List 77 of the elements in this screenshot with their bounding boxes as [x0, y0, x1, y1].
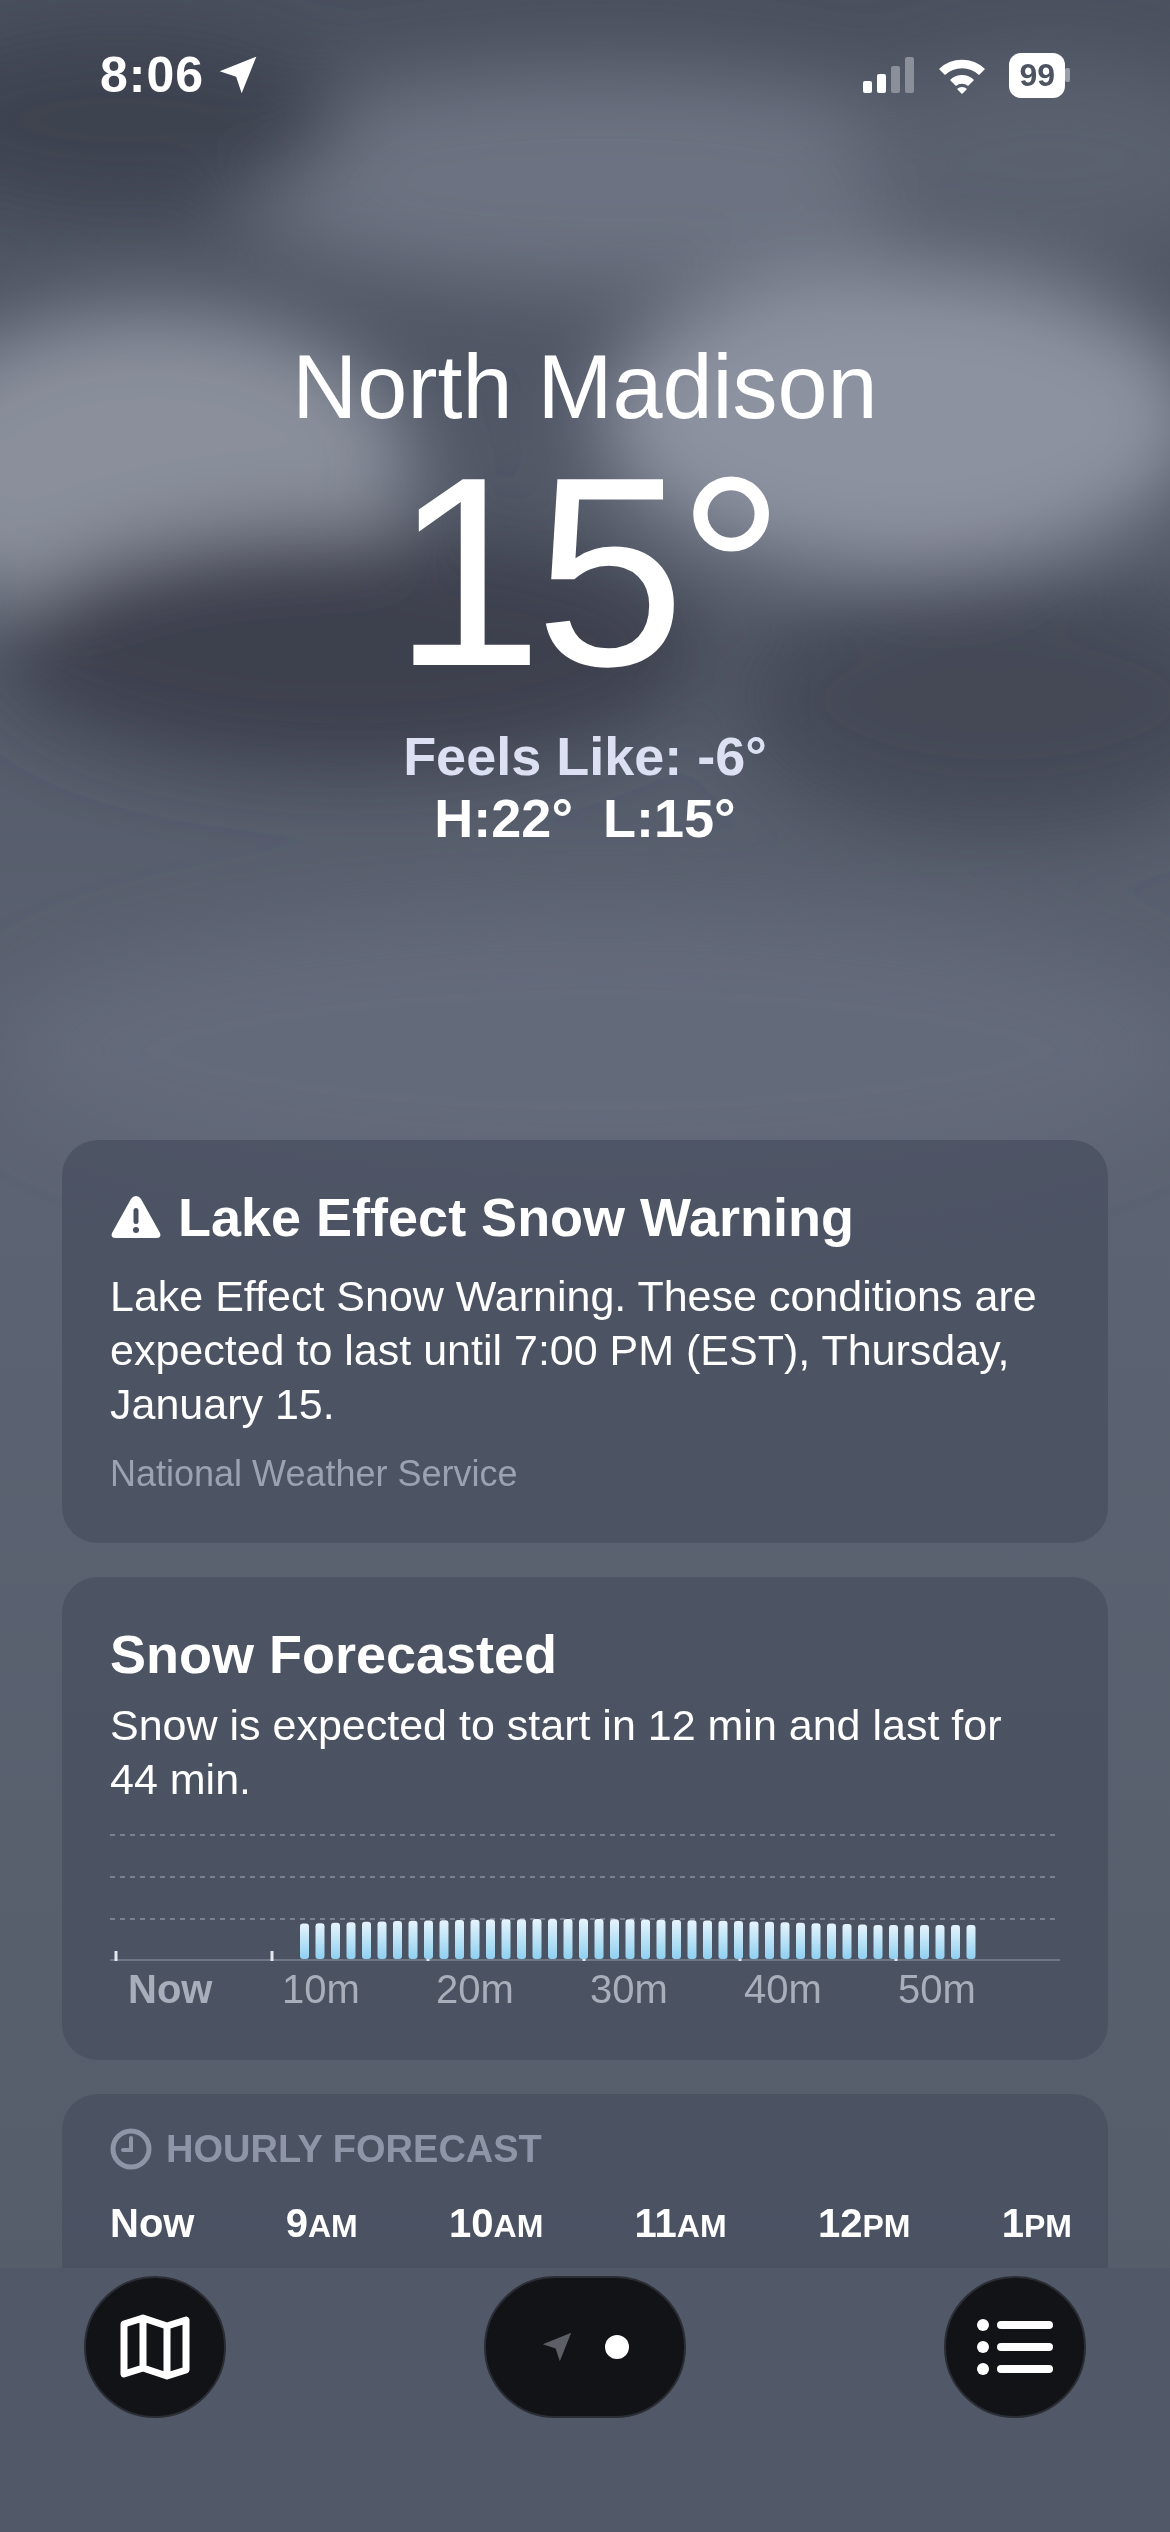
hour-label: Now — [110, 2200, 195, 2246]
low-temperature: L:15° — [603, 787, 736, 850]
time-axis-label: 30m — [590, 1966, 669, 2012]
precipitation-bar — [951, 1924, 960, 1959]
precipitation-bar — [842, 1923, 852, 1959]
precipitation-bar — [439, 1919, 449, 1959]
high-temperature: H:22° — [434, 787, 573, 850]
precipitation-bar — [687, 1919, 697, 1959]
precipitation-bar — [796, 1922, 805, 1959]
precipitation-bar — [641, 1919, 650, 1959]
precipitation-bar — [935, 1924, 945, 1959]
precipitation-bar — [594, 1918, 604, 1959]
precipitation-bar — [718, 1920, 728, 1959]
precipitation-bar — [672, 1919, 681, 1959]
alert-source: National Weather Service — [110, 1453, 519, 1496]
map-icon — [119, 2313, 191, 2380]
time-axis-label: 50m — [898, 1966, 977, 2012]
precipitation-bar — [377, 1921, 387, 1959]
battery-cap-icon — [1065, 68, 1070, 82]
hour-label: 12PM — [817, 2200, 911, 2246]
precipitation-bar — [703, 1920, 712, 1959]
time-axis-label: 40m — [744, 1966, 823, 2012]
precipitation-bar — [811, 1922, 821, 1959]
precipitation-bar — [346, 1922, 356, 1959]
precipitation-bar — [501, 1919, 511, 1959]
list-icon — [977, 2318, 1053, 2375]
precipitation-bar — [470, 1919, 480, 1959]
precipitation-bar — [780, 1922, 790, 1959]
precipitation-title: Snow Forecasted — [110, 1623, 559, 1686]
time-axis-label: 10m — [282, 1966, 361, 2012]
hour-label: 9AM — [285, 2200, 358, 2246]
time-axis-label: Now — [128, 1966, 214, 2012]
precipitation-bar — [966, 1924, 976, 1959]
precipitation-bar — [408, 1920, 418, 1959]
precipitation-bar — [424, 1920, 433, 1959]
precipitation-bar — [300, 1923, 309, 1959]
precipitation-bar — [579, 1918, 588, 1959]
precipitation-bar — [455, 1919, 464, 1959]
precipitation-bar — [548, 1918, 557, 1959]
precipitation-bar — [532, 1918, 542, 1959]
precipitation-bar — [827, 1923, 836, 1959]
precipitation-bar — [656, 1919, 666, 1959]
hour-label: 1PM — [1001, 2200, 1072, 2246]
precipitation-bar — [734, 1920, 743, 1959]
alert-card[interactable]: Lake Effect Snow Warning Lake Effect Snow Warning. These conditions are expected to last until 7:00 PM (EST), Thursday, January 15. National Weather Service — [62, 1140, 1108, 1544]
precipitation-bar — [749, 1921, 759, 1959]
precipitation-bar — [331, 1922, 340, 1959]
page-dot[interactable] — [604, 2333, 630, 2360]
precipitation-bar — [920, 1924, 929, 1959]
precipitation-bar — [858, 1924, 867, 1959]
city-name: North Madison — [292, 338, 878, 437]
signal-icon — [863, 57, 916, 93]
alert-title: Lake Effect Snow Warning — [178, 1186, 855, 1248]
precipitation-bar — [610, 1918, 619, 1959]
precipitation-bar — [393, 1920, 402, 1959]
time-axis-label: 20m — [436, 1966, 515, 2012]
precipitation-bar — [873, 1924, 883, 1959]
precipitation-summary: Snow is expected to start in 12 min and last for 44 min. — [110, 1700, 1003, 1805]
current-temperature: 15° — [392, 437, 778, 707]
clock-icon — [110, 2128, 152, 2171]
warning-icon — [110, 1194, 162, 1240]
status-time: 8:06 — [100, 46, 205, 104]
hour-label: 11AM — [634, 2200, 727, 2246]
precipitation-bar — [486, 1919, 495, 1959]
precipitation-bar — [563, 1918, 573, 1959]
precipitation-bar — [517, 1918, 526, 1959]
alert-description: Lake Effect Snow Warning. These conditions are expected to last until 7:00 PM (EST), Thursday, January 15. — [110, 1271, 1038, 1430]
feels-like-text: Feels Like: -6° — [403, 725, 767, 788]
battery-level: 99 — [1009, 52, 1065, 98]
precipitation-bar — [315, 1922, 325, 1959]
precipitation-bar — [625, 1919, 635, 1959]
hour-label: 10AM — [449, 2200, 544, 2246]
precipitation-bar — [765, 1921, 774, 1959]
precipitation-bar — [362, 1921, 371, 1959]
precipitation-bar — [889, 1924, 898, 1959]
hourly-forecast-title: HOURLY FORECAST — [166, 2127, 542, 2171]
precipitation-bar — [904, 1924, 914, 1959]
